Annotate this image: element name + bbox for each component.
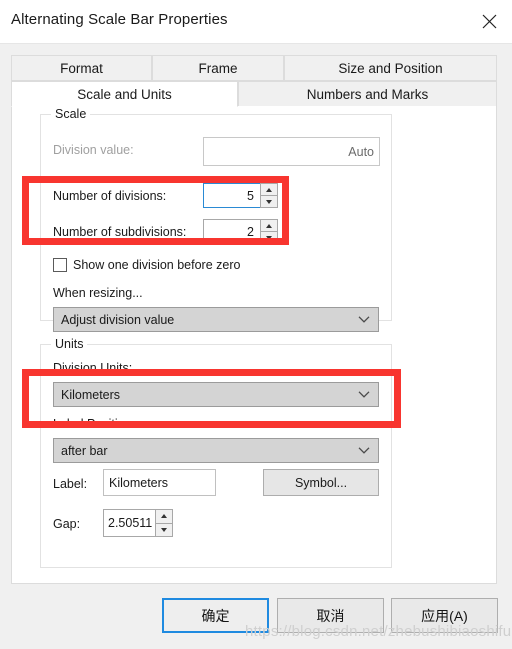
tab-size-and-position-label: Size and Position [338, 60, 443, 76]
number-of-divisions-input[interactable]: 5 [203, 183, 260, 208]
tab-size-and-position[interactable]: Size and Position [284, 55, 497, 81]
number-of-divisions-spin-down[interactable] [260, 195, 278, 208]
division-units-label: Division Units: [53, 361, 133, 375]
chevron-down-icon [266, 199, 272, 204]
units-groupbox: Units Division Units: Kilometers Label P… [40, 337, 392, 568]
chevron-down-icon [358, 387, 370, 401]
division-value-label: Division value: [53, 143, 134, 157]
scale-groupbox: Scale Division value: Auto Number of div… [40, 107, 392, 332]
chevron-down-icon [161, 527, 167, 532]
tab-frame[interactable]: Frame [152, 55, 284, 81]
when-resizing-label: When resizing... [53, 286, 143, 300]
gap-label: Gap: [53, 517, 81, 531]
when-resizing-combobox[interactable]: Adjust division value [53, 307, 379, 332]
when-resizing-value: Adjust division value [61, 312, 175, 327]
close-icon [482, 14, 497, 29]
gap-input[interactable]: 2.50511 [103, 509, 155, 537]
label-field-value: Kilometers [109, 475, 169, 490]
gap-spin-up[interactable] [155, 509, 173, 523]
properties-dialog: Alternating Scale Bar Properties Format … [0, 0, 512, 649]
cancel-button-label: 取消 [316, 607, 345, 624]
number-of-divisions-spin-up[interactable] [260, 183, 278, 195]
number-of-subdivisions-input[interactable]: 2 [203, 219, 260, 244]
ok-button-label: 确定 [201, 607, 230, 624]
tab-scale-and-units-label: Scale and Units [77, 86, 172, 102]
scale-groupbox-legend: Scale [51, 107, 91, 121]
units-groupbox-legend: Units [51, 337, 88, 351]
label-position-value: after bar [61, 443, 108, 458]
chevron-down-icon [266, 235, 272, 240]
chevron-up-icon [266, 187, 272, 192]
tab-strip: Format Frame Size and Position Numbers a… [11, 55, 497, 107]
label-field-label: Label: [53, 477, 88, 491]
label-position-label: Label Position: [53, 417, 136, 431]
checkbox-box-icon [53, 258, 67, 272]
tab-page-scale-and-units: Scale Division value: Auto Number of div… [11, 106, 497, 584]
chevron-up-icon [266, 223, 272, 228]
apply-button-label: 应用(A) [421, 607, 468, 624]
division-units-combobox[interactable]: Kilometers [53, 382, 379, 407]
division-value-text: Auto [348, 144, 374, 159]
label-position-combobox[interactable]: after bar [53, 438, 379, 463]
gap-spin-buttons [155, 509, 173, 537]
tab-format-label: Format [60, 60, 103, 76]
show-one-division-before-zero-label: Show one division before zero [73, 258, 241, 272]
tab-numbers-and-marks-label: Numbers and Marks [306, 86, 429, 102]
chevron-down-icon [358, 443, 370, 457]
tab-frame-label: Frame [198, 60, 238, 76]
number-of-subdivisions-spin-up[interactable] [260, 219, 278, 231]
tab-scale-and-units[interactable]: Scale and Units [11, 81, 238, 107]
division-value-field[interactable]: Auto [203, 137, 380, 166]
gap-spin-down[interactable] [155, 522, 173, 537]
symbol-button[interactable]: Symbol... [263, 469, 379, 496]
dialog-title: Alternating Scale Bar Properties [11, 11, 228, 28]
symbol-button-label: Symbol... [294, 475, 348, 490]
number-of-subdivisions-stepper[interactable]: 2 [203, 219, 278, 244]
label-field[interactable]: Kilometers [103, 469, 216, 496]
number-of-divisions-label: Number of divisions: [53, 189, 167, 203]
number-of-divisions-value: 5 [247, 188, 254, 203]
tab-format[interactable]: Format [11, 55, 152, 81]
chevron-down-icon [358, 312, 370, 326]
show-one-division-before-zero-checkbox[interactable]: Show one division before zero [53, 258, 240, 272]
ok-button[interactable]: 确定 [162, 598, 269, 633]
gap-value: 2.50511 [108, 516, 153, 530]
number-of-subdivisions-spin-down[interactable] [260, 231, 278, 244]
number-of-divisions-spin-buttons [260, 183, 278, 208]
number-of-divisions-stepper[interactable]: 5 [203, 183, 278, 208]
dialog-titlebar: Alternating Scale Bar Properties [0, 0, 512, 44]
tab-numbers-and-marks[interactable]: Numbers and Marks [238, 81, 497, 107]
division-units-value: Kilometers [61, 387, 121, 402]
number-of-subdivisions-label: Number of subdivisions: [53, 225, 187, 239]
cancel-button[interactable]: 取消 [277, 598, 384, 633]
gap-stepper[interactable]: 2.50511 [103, 509, 173, 537]
chevron-up-icon [161, 514, 167, 519]
number-of-subdivisions-value: 2 [247, 224, 254, 239]
apply-button[interactable]: 应用(A) [391, 598, 498, 633]
close-button[interactable] [466, 0, 512, 42]
number-of-subdivisions-spin-buttons [260, 219, 278, 244]
